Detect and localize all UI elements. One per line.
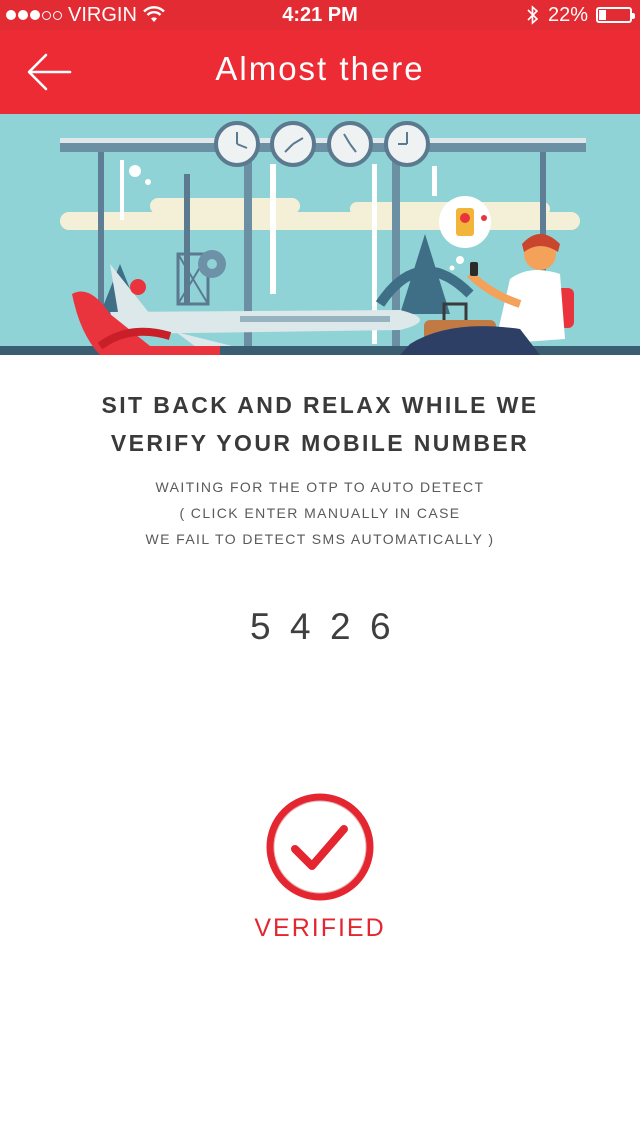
verification-heading: SIT BACK AND RELAX WHILE WE VERIFY YOUR … (0, 386, 640, 462)
airport-lounge-illustration (0, 114, 640, 355)
otp-digit: 6 (370, 606, 391, 647)
heading-line: SIT BACK AND RELAX WHILE WE (101, 392, 539, 418)
otp-digit: 2 (330, 606, 351, 647)
instruction-line: ( CLICK ENTER MANUALLY IN CASE (179, 505, 461, 521)
instruction-line: WAITING FOR THE OTP TO AUTO DETECT (155, 479, 485, 495)
clock-icon (214, 121, 260, 167)
verified-label: VERIFIED (254, 914, 386, 942)
check-circle-icon (266, 793, 374, 901)
page-title: Almost there (215, 50, 425, 87)
otp-instructions: WAITING FOR THE OTP TO AUTO DETECT ( CLI… (0, 474, 640, 552)
otp-digit: 4 (290, 606, 311, 647)
otp-digit: 5 (250, 606, 271, 647)
otp-code[interactable]: 5 4 2 6 (0, 606, 640, 648)
status-right: 22% (526, 0, 635, 30)
clock-icon (384, 121, 430, 167)
nav-bar: Almost there (0, 30, 640, 114)
battery-percent: 22% (547, 4, 588, 26)
heading-line: VERIFY YOUR MOBILE NUMBER (110, 430, 530, 456)
battery-icon (596, 7, 635, 23)
clock-icon (270, 121, 316, 167)
battery-fill (599, 10, 606, 20)
status-bar: VIRGIN 4:21 PM 22% (0, 0, 640, 30)
clock-icon (327, 121, 373, 167)
instruction-line: WE FAIL TO DETECT SMS AUTOMATICALLY ) (145, 531, 495, 547)
bluetooth-icon (527, 5, 539, 25)
